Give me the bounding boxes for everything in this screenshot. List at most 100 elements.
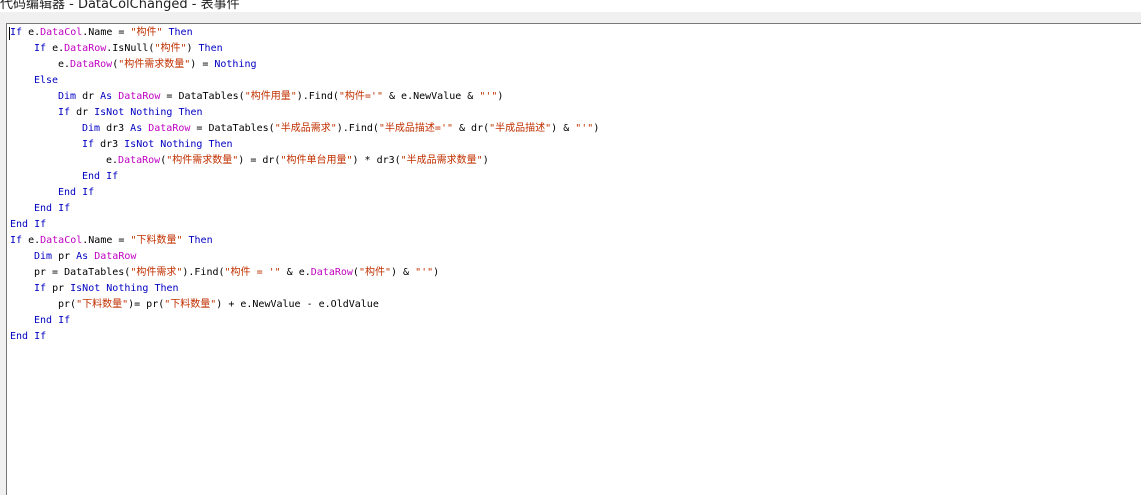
code-line: If dr IsNot Nothing Then — [10, 105, 1141, 121]
code-token: "构件" — [130, 27, 163, 38]
code-line: End If — [10, 313, 1141, 329]
code-token: DataRow — [118, 91, 161, 102]
code-token: End If — [34, 315, 71, 326]
code-line: e.DataRow("构件需求数量") = Nothing — [10, 57, 1141, 73]
code-token: pr — [46, 283, 71, 294]
code-token: As — [76, 251, 89, 262]
code-token: "半成品需求数量" — [400, 155, 483, 166]
code-token: Then — [188, 235, 213, 246]
code-token: DataRow — [94, 251, 137, 262]
code-token: DataRow — [118, 155, 161, 166]
code-token: End If — [34, 203, 71, 214]
text-cursor — [9, 27, 10, 40]
code-token: "构件='" — [338, 91, 383, 102]
code-token: ) + e.NewValue - e.OldValue — [216, 299, 379, 310]
code-line: Dim dr As DataRow = DataTables("构件用量").F… — [10, 89, 1141, 105]
code-token: If — [58, 107, 71, 118]
code-token: If — [10, 27, 23, 38]
code-token: "'" — [415, 267, 434, 278]
code-token: ) — [593, 123, 600, 134]
code-token: As — [130, 123, 143, 134]
code-token: Nothing — [106, 283, 149, 294]
code-token: ) = — [190, 59, 215, 70]
code-token: e. — [106, 155, 119, 166]
window-titlebar: 代码编辑器 - DataColChanged - 表事件 — [0, 0, 1141, 12]
code-token: "构件用量" — [244, 91, 297, 102]
code-editor[interactable]: If e.DataCol.Name = "构件" Then If e.DataRo… — [6, 23, 1141, 495]
code-token: pr( — [58, 299, 77, 310]
code-token: End If — [82, 171, 119, 182]
code-token: dr3 — [94, 139, 125, 150]
code-token: & e. — [280, 267, 311, 278]
code-editor-window: 代码编辑器 - DataColChanged - 表事件 If e.DataCo… — [0, 0, 1141, 495]
code-token: ) — [186, 43, 199, 54]
code-token: IsNot — [94, 107, 125, 118]
code-line: pr = DataTables("构件需求").Find("构件 = '" & … — [10, 265, 1141, 281]
code-token: "下料数量" — [164, 299, 217, 310]
code-token: IsNot — [70, 283, 101, 294]
code-token: Dim — [34, 251, 53, 262]
code-token: "构件需求数量" — [166, 155, 239, 166]
code-token: dr — [70, 107, 95, 118]
code-token: "构件单台用量" — [280, 155, 353, 166]
code-token: DataRow — [64, 43, 107, 54]
window-title: 代码编辑器 - DataColChanged - 表事件 — [0, 0, 240, 12]
code-token: Then — [168, 27, 193, 38]
code-token: If — [82, 139, 95, 150]
code-token: .Name = — [82, 27, 131, 38]
code-token: = DataTables( — [160, 91, 245, 102]
code-token: DataRow — [310, 267, 353, 278]
code-token: ) — [497, 91, 504, 102]
code-token: "'" — [479, 91, 498, 102]
code-token: "半成品描述='" — [378, 123, 453, 134]
code-token: DataRow — [70, 59, 113, 70]
code-token: Then — [154, 283, 179, 294]
code-line: If e.DataCol.Name = "下料数量" Then — [10, 233, 1141, 249]
code-token: IsNot — [124, 139, 155, 150]
code-token: End If — [10, 331, 47, 342]
code-token: End If — [58, 187, 95, 198]
code-token: "下料数量" — [130, 235, 183, 246]
code-token: pr = DataTables( — [34, 267, 131, 278]
code-token: "'" — [575, 123, 594, 134]
code-token: "半成品需求" — [274, 123, 337, 134]
code-token: ) — [433, 267, 440, 278]
code-token: "构件" — [154, 43, 187, 54]
code-line: Dim pr As DataRow — [10, 249, 1141, 265]
code-token: ) = dr( — [238, 155, 281, 166]
code-line: pr("下料数量")= pr("下料数量") + e.NewValue - e.… — [10, 297, 1141, 313]
code-line: End If — [10, 201, 1141, 217]
code-text-area[interactable]: If e.DataCol.Name = "构件" Then If e.DataRo… — [10, 25, 1141, 495]
code-token: If — [10, 235, 23, 246]
code-token: "半成品描述" — [489, 123, 552, 134]
code-token: & dr( — [453, 123, 490, 134]
code-token: Nothing — [214, 59, 257, 70]
code-token: )= pr( — [128, 299, 165, 310]
code-token: .IsNull( — [106, 43, 155, 54]
code-line: If dr3 IsNot Nothing Then — [10, 137, 1141, 153]
code-token: e. — [22, 27, 41, 38]
code-token: ) & — [391, 267, 416, 278]
code-line: If pr IsNot Nothing Then — [10, 281, 1141, 297]
code-token: ).Find( — [296, 91, 339, 102]
code-token: If — [34, 283, 47, 294]
code-line: End If — [10, 329, 1141, 345]
code-line: Dim dr3 As DataRow = DataTables("半成品需求")… — [10, 121, 1141, 137]
code-token: End If — [10, 219, 47, 230]
code-token: ).Find( — [336, 123, 379, 134]
toolbar-strip — [0, 12, 1141, 23]
code-token: e. — [58, 59, 71, 70]
code-token: If — [34, 43, 47, 54]
code-line: End If — [10, 169, 1141, 185]
code-token: Else — [34, 75, 59, 86]
code-token: "构件需求数量" — [118, 59, 191, 70]
code-token: e. — [46, 43, 65, 54]
code-line: e.DataRow("构件需求数量") = dr("构件单台用量") * dr3… — [10, 153, 1141, 169]
code-token: .Name = — [82, 235, 131, 246]
code-token: DataCol — [40, 27, 83, 38]
code-token: DataCol — [40, 235, 83, 246]
code-token: Then — [178, 107, 203, 118]
code-token: e. — [22, 235, 41, 246]
code-token: ) * dr3( — [352, 155, 401, 166]
code-token: "下料数量" — [76, 299, 129, 310]
